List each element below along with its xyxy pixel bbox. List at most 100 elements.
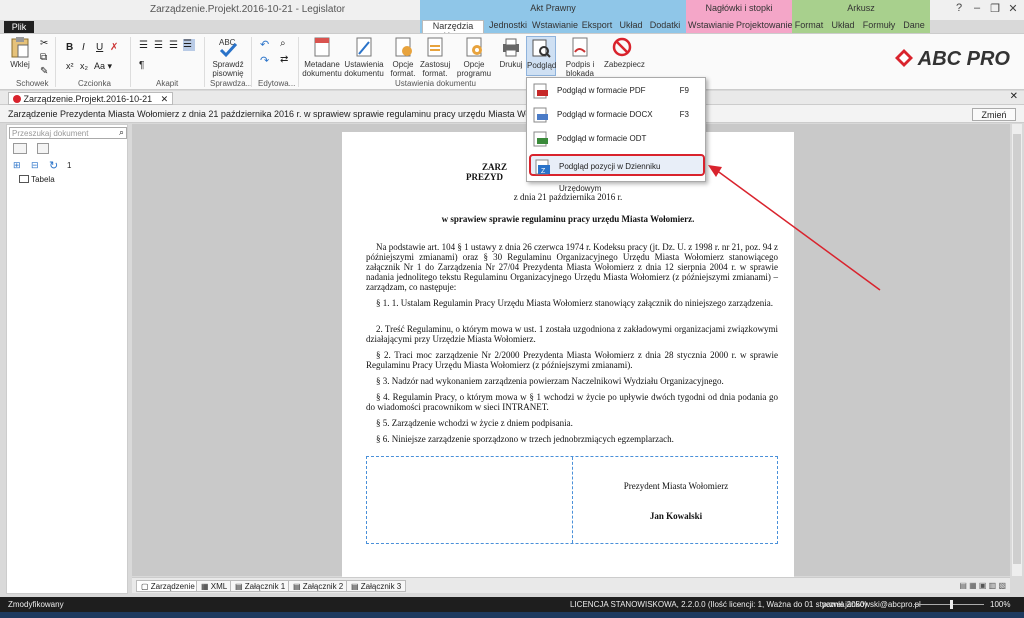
search-icon[interactable]: ⌕ xyxy=(119,127,124,138)
program-options-button[interactable]: Opcje programu xyxy=(456,36,492,78)
attachment-icon: ▤ xyxy=(293,582,303,591)
cut-icon[interactable]: ✂ xyxy=(40,38,48,49)
tab-narzedzia-glowne[interactable]: Narzędzia główne xyxy=(422,20,484,41)
signature-name: Jan Kowalski xyxy=(649,511,703,521)
copy-icon[interactable]: ⧉ xyxy=(40,52,47,63)
format-options-icon xyxy=(395,37,412,57)
view-icons[interactable]: ▤ ▦ ▣ ▥ ▧ xyxy=(959,581,1006,590)
signature-lock-button[interactable]: Podpis i blokada xyxy=(562,36,598,78)
ribbon-separator xyxy=(298,37,299,87)
superscript-button[interactable]: x² xyxy=(66,61,74,71)
apply-format-icon xyxy=(427,37,443,57)
window-title: Zarządzenie.Projekt.2016-10-21 - Legisla… xyxy=(150,4,346,15)
underline-button[interactable]: U xyxy=(96,42,103,53)
undo-icon[interactable]: ↶ xyxy=(260,38,269,51)
redo-icon[interactable]: ↷ xyxy=(260,54,269,67)
subscript-button[interactable]: x₂ xyxy=(80,61,88,71)
spellcheck-label: Sprawdź pisownię xyxy=(212,60,244,78)
close-icon[interactable]: ✕ xyxy=(1006,2,1020,16)
zoom-level: 100% xyxy=(990,600,1011,609)
tree-item-tabela[interactable]: Tabela xyxy=(19,175,55,184)
pages-view-icon[interactable] xyxy=(37,143,49,154)
signature-label: Podpis i blokada xyxy=(565,60,595,78)
bottom-tab-xml[interactable]: ▦ XML xyxy=(196,580,233,592)
metadata-button[interactable]: Metadane dokumentu xyxy=(302,36,342,78)
spellcheck-button[interactable]: ABC Sprawdź pisownię xyxy=(210,36,246,78)
replace-icon[interactable]: ⇄ xyxy=(280,54,288,65)
print-button[interactable]: Drukuj xyxy=(498,36,524,69)
search-input[interactable]: Przeszukaj dokument xyxy=(9,127,127,139)
menu-item-preview-dziennik[interactable]: Z Podgląd pozycji w Dzienniku Urzędowym xyxy=(529,154,705,193)
font-size-button[interactable]: Aa ▾ xyxy=(94,61,112,72)
ribbon-separator xyxy=(251,37,252,87)
preview-button[interactable]: Podgląd xyxy=(526,36,556,76)
file-tab[interactable]: Plik xyxy=(4,21,34,33)
bottom-tab-bar: ▢ Zarządzenie ▦ XML ▤ Załącznik 1 ▤ Załą… xyxy=(132,577,1010,593)
tab-close-icon[interactable]: ✕ xyxy=(161,94,169,104)
align-left-icon[interactable]: ☰ xyxy=(139,40,148,51)
pilcrow-icon[interactable]: ¶ xyxy=(139,60,144,71)
document-tab[interactable]: Zarządzenie.Projekt.2016-10-21 ✕ xyxy=(8,92,174,105)
xml-icon: ▦ xyxy=(201,582,211,591)
scrollbar-thumb[interactable] xyxy=(1013,134,1021,564)
tab-projektowanie[interactable]: Projektowanie xyxy=(736,20,793,33)
apply-format-button[interactable]: Zastosuj format. xyxy=(420,36,450,78)
collapse-all-icon[interactable]: ⊟ xyxy=(31,160,39,171)
format-painter-icon[interactable]: ✎ xyxy=(40,66,48,77)
printer-icon xyxy=(503,38,519,57)
group-label-akapit: Akapit xyxy=(156,79,179,88)
change-button[interactable]: Zmień xyxy=(972,108,1016,121)
ribbon-separator xyxy=(130,37,131,87)
menu-item-preview-pdf[interactable]: Podgląd w formacie PDF F9 xyxy=(529,80,705,102)
paste-button[interactable]: Wklej xyxy=(6,36,34,69)
bottom-tab-zalacznik-1[interactable]: ▤ Załącznik 1 xyxy=(230,580,291,592)
align-center-icon[interactable]: ☰ xyxy=(154,40,163,51)
align-right-icon[interactable]: ☰ xyxy=(169,40,178,51)
bold-button[interactable]: B xyxy=(66,42,73,53)
vertical-scrollbar[interactable] xyxy=(1012,124,1022,576)
title-bar: Zarządzenie.Projekt.2016-10-21 - Legisla… xyxy=(0,0,1024,41)
help-icon[interactable]: ? xyxy=(952,2,966,16)
zoom-slider[interactable] xyxy=(914,604,984,605)
tab-dodatki[interactable]: Dodatki xyxy=(648,20,682,33)
dziennik-icon: Z xyxy=(535,159,550,175)
tab-wstawianie[interactable]: Wstawianie xyxy=(532,20,578,33)
find-icon[interactable]: ⌕ xyxy=(280,38,286,49)
italic-button[interactable]: I xyxy=(82,42,85,53)
refresh-icon[interactable]: ↻ xyxy=(49,159,58,172)
tab-format[interactable]: Format xyxy=(794,20,824,33)
justify-icon[interactable]: ☰ xyxy=(183,39,195,51)
outline-view-icon[interactable] xyxy=(13,143,27,154)
clear-format-icon[interactable]: ✗ xyxy=(110,42,118,53)
status-modified: Zmodyfikowany xyxy=(8,600,64,609)
bottom-tab-zarzadzenie[interactable]: ▢ Zarządzenie xyxy=(136,580,200,592)
tab-formuly[interactable]: Formuły xyxy=(862,20,896,33)
tab-eksport[interactable]: Eksport xyxy=(580,20,614,33)
tab-dane[interactable]: Dane xyxy=(900,20,928,33)
group-label-sprawdzanie: Sprawdza... xyxy=(210,79,253,88)
tab-jednostki[interactable]: Jednostki xyxy=(488,20,528,33)
signature-table: Prezydent Miasta Wołomierz Jan Kowalski xyxy=(366,456,778,544)
restore-icon[interactable]: ❐ xyxy=(988,2,1002,16)
tab-uklad[interactable]: Układ xyxy=(618,20,644,33)
protect-button[interactable]: Zabezpiecz xyxy=(604,36,645,69)
doc-paragraph-6: § 6. Niniejsze zarządzenie sporządzono w… xyxy=(376,434,674,444)
status-bar: Zmodyfikowany LICENCJA STANOWISKOWA, 2.2… xyxy=(0,597,1024,612)
bottom-tab-zalacznik-3[interactable]: ▤ Załącznik 3 xyxy=(346,580,407,592)
doc-settings-button[interactable]: Ustawienia dokumentu xyxy=(344,36,384,78)
tab-hf-wstawianie[interactable]: Wstawianie xyxy=(688,20,734,33)
arrow-head xyxy=(708,165,722,177)
tab-ark-uklad[interactable]: Układ xyxy=(828,20,858,33)
signature-icon xyxy=(572,37,588,57)
menu-item-preview-odt[interactable]: Podgląd w formacie ODT xyxy=(529,128,705,150)
pane-close-icon[interactable]: ✕ xyxy=(1010,91,1018,102)
menu-item-preview-docx[interactable]: Podgląd w formacie DOCX F3 xyxy=(529,104,705,126)
minimize-icon[interactable]: – xyxy=(970,2,984,16)
preview-icon xyxy=(532,39,551,58)
ribbon: Wklej ✂ ⧉ ✎ Schowek B I U ✗ x² x₂ Aa ▾ C… xyxy=(0,33,1024,90)
zoom-slider-thumb[interactable] xyxy=(950,600,953,609)
bottom-tab-zalacznik-2[interactable]: ▤ Załącznik 2 xyxy=(288,580,349,592)
attachment-icon: ▤ xyxy=(235,582,245,591)
expand-all-icon[interactable]: ⊞ xyxy=(13,160,21,171)
format-options-button[interactable]: Opcje format. xyxy=(388,36,418,78)
